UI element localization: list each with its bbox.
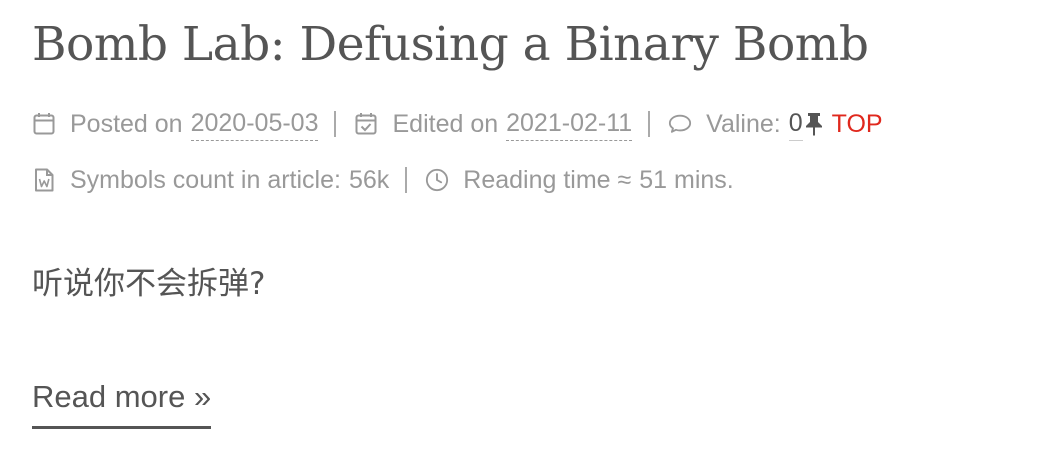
edited-date: 2021-02-11 [506, 108, 633, 141]
edited-on-label: Edited on [392, 109, 499, 138]
read-more-button[interactable]: Read more » [32, 376, 212, 429]
posted-on-label: Posted on [70, 109, 183, 138]
edited-on-meta: Edited on 2021-02-11 [354, 108, 633, 141]
post-meta-row-2: Symbols count in article: 56k Reading ti… [32, 160, 734, 200]
comment-icon [668, 112, 692, 136]
symbols-count-meta: Symbols count in article: 56k [32, 166, 389, 195]
reading-time-value: 51 mins. [639, 165, 734, 194]
calendar-check-icon [354, 112, 378, 136]
post-excerpt: 听说你不会拆弹? [32, 266, 266, 302]
comment-count-link[interactable]: 0 [788, 108, 803, 141]
calendar-icon [32, 112, 56, 136]
clock-icon [425, 168, 449, 192]
post-meta-row-1: Posted on 2020-05-03 Edited on 2021-02-1… [32, 104, 883, 144]
posted-on-meta: Posted on 2020-05-03 [32, 108, 319, 141]
comments-meta: Valine: 0 [668, 108, 803, 141]
symbols-count-label: Symbols count in article: [70, 165, 341, 194]
meta-divider [405, 167, 408, 193]
file-word-icon [32, 168, 56, 192]
reading-time-meta: Reading time ≈ 51 mins. [425, 165, 734, 195]
comments-label: Valine: [706, 109, 781, 138]
meta-divider [334, 111, 337, 137]
thumbtack-icon [804, 111, 824, 137]
reading-time-label: Reading time ≈ [463, 165, 632, 194]
top-badge: TOP [831, 109, 883, 138]
post-title[interactable]: Bomb Lab: Defusing a Binary Bomb [32, 14, 869, 76]
posted-date: 2020-05-03 [190, 108, 319, 141]
meta-divider [648, 111, 651, 137]
symbols-count-value: 56k [348, 165, 390, 194]
